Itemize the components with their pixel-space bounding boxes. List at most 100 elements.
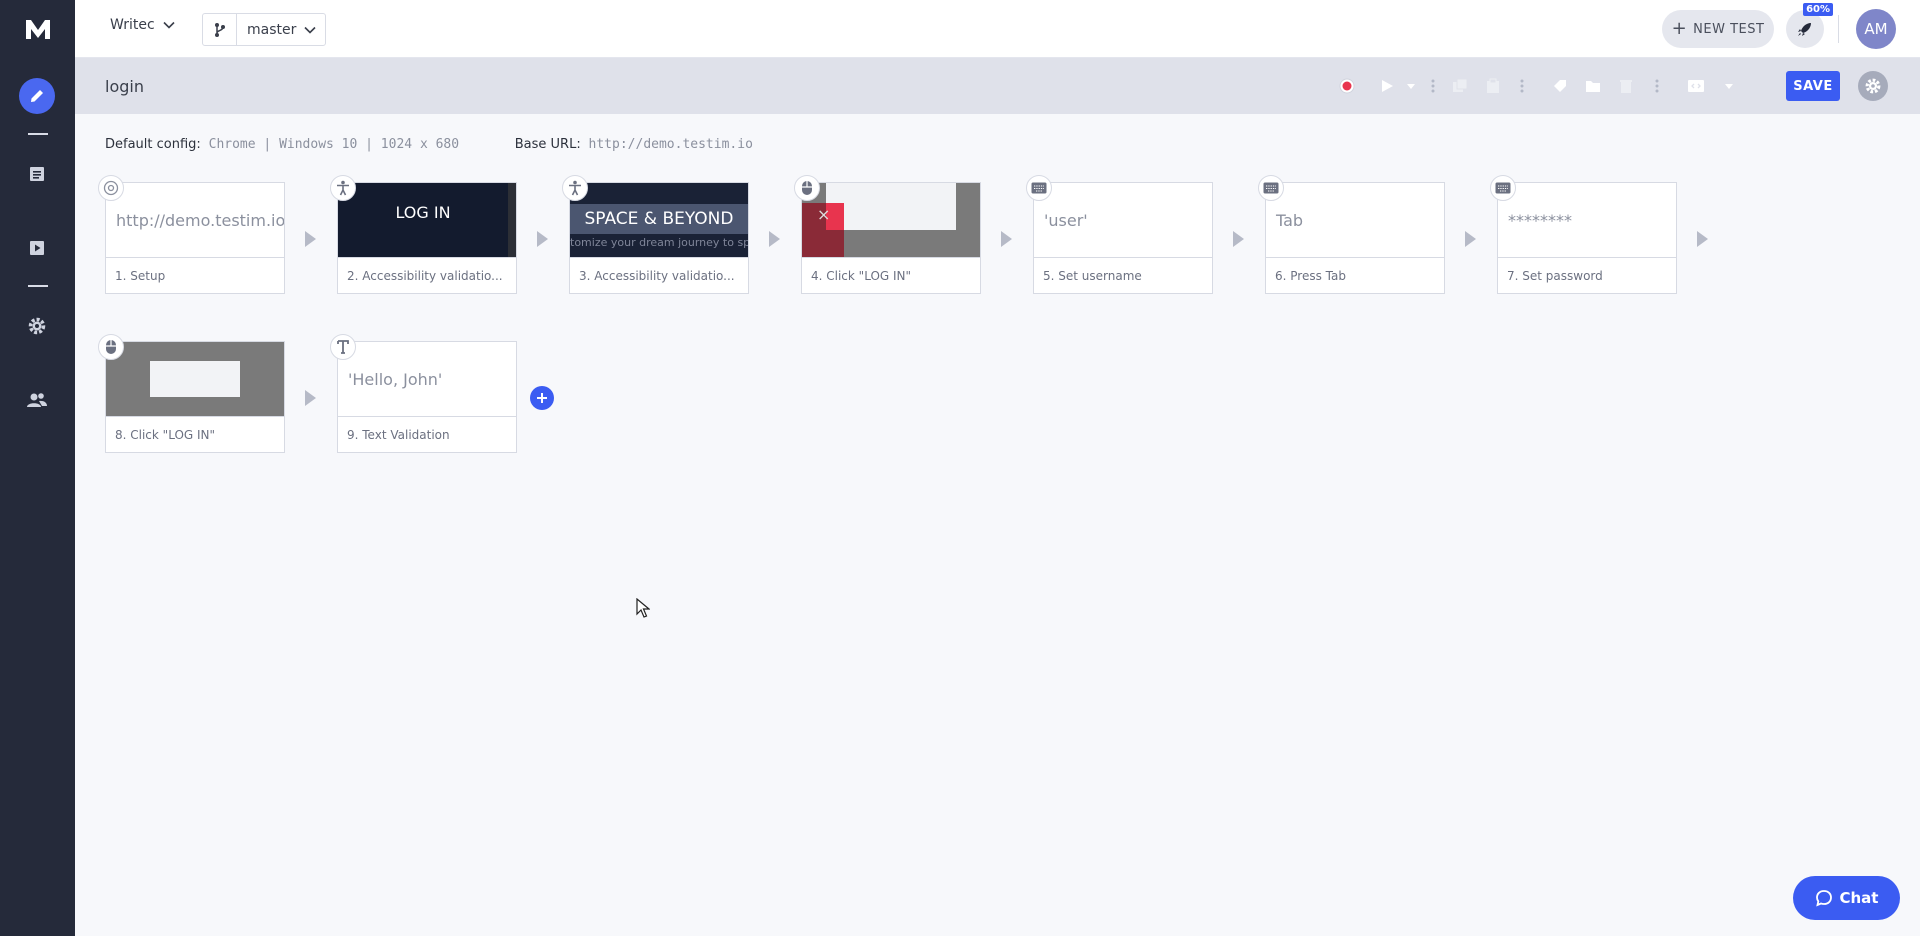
runs-nav-button[interactable]: [17, 228, 57, 268]
chrome-icon: [98, 175, 124, 201]
test-step[interactable]: 8. Click "LOG IN": [98, 334, 285, 453]
test-step[interactable]: ******** 7. Set password: [1490, 175, 1677, 294]
test-settings-button[interactable]: [1858, 71, 1888, 101]
kebab-icon: [1655, 79, 1659, 93]
project-selector[interactable]: Writec: [110, 17, 175, 33]
test-step[interactable]: 'user' 5. Set username: [1026, 175, 1213, 294]
editor-nav-button[interactable]: [19, 78, 55, 114]
group-button[interactable]: [1581, 74, 1605, 98]
step-thumbnail-text: ********: [1508, 210, 1572, 230]
test-title[interactable]: login: [105, 77, 144, 96]
branch-name: master: [247, 21, 297, 38]
test-step[interactable]: LOG IN 2. Accessibility validatio...: [330, 175, 517, 294]
settings-nav-button[interactable]: [17, 306, 57, 346]
step-screenshot: SPACE & BEYOND tomize your dream journey…: [570, 183, 748, 257]
team-nav-button[interactable]: [17, 380, 57, 420]
list-icon: [30, 167, 44, 181]
step-arrow: [305, 231, 316, 247]
thumbnail-subtext: tomize your dream journey to sp: [570, 235, 748, 249]
copy-button[interactable]: [1448, 74, 1472, 98]
base-url-value[interactable]: http://demo.testim.io: [589, 137, 753, 152]
sidebar-divider: [28, 285, 48, 287]
more-menu-button[interactable]: [1517, 74, 1527, 98]
mouse-icon: [98, 334, 124, 360]
git-branch-icon: [203, 14, 237, 45]
step-caption: 9. Text Validation: [338, 416, 516, 453]
new-test-label: NEW TEST: [1693, 21, 1765, 37]
pencil-icon: [31, 90, 43, 102]
new-test-button[interactable]: + NEW TEST: [1662, 10, 1774, 48]
paste-button[interactable]: [1481, 74, 1505, 98]
test-list-nav-button[interactable]: [17, 154, 57, 194]
user-avatar[interactable]: AM: [1856, 9, 1896, 49]
mouse-cursor-icon: [636, 597, 651, 622]
play-square-icon: [30, 241, 44, 255]
base-url-label: Base URL:: [514, 137, 581, 152]
more-menu-button[interactable]: [1428, 74, 1438, 98]
code-button[interactable]: [1684, 74, 1708, 98]
add-step-button[interactable]: [530, 386, 554, 410]
step-caption: 8. Click "LOG IN": [106, 416, 284, 453]
trash-icon: [1620, 80, 1632, 93]
chat-button[interactable]: Chat: [1793, 876, 1900, 920]
caret-down-icon: [1407, 83, 1415, 89]
step-thumbnail-text: Tab: [1276, 210, 1304, 230]
tag-icon: [1554, 80, 1566, 92]
code-options-dropdown[interactable]: [1722, 74, 1736, 98]
accessibility-icon: [330, 175, 356, 201]
step-arrow: [1233, 231, 1244, 247]
step-arrow: [1697, 231, 1708, 247]
branch-selector[interactable]: master: [202, 13, 326, 46]
step-caption: 6. Press Tab: [1266, 257, 1444, 294]
more-menu-button[interactable]: [1652, 74, 1662, 98]
test-step[interactable]: SPACE & BEYOND tomize your dream journey…: [562, 175, 749, 294]
topbar-divider: [1838, 15, 1839, 43]
step-arrow: [769, 231, 780, 247]
chevron-down-icon: [163, 21, 175, 29]
chevron-down-icon: [304, 26, 316, 34]
step-thumbnail-text: 'user': [1044, 210, 1088, 230]
play-options-dropdown[interactable]: [1405, 74, 1417, 98]
plus-icon: +: [1671, 18, 1688, 39]
gear-icon: [1865, 78, 1881, 94]
step-arrow: [1465, 231, 1476, 247]
text-icon: [330, 334, 356, 360]
thumbnail-text: SPACE & BEYOND: [570, 203, 748, 234]
step-screenshot: ×: [802, 183, 980, 257]
default-config-value[interactable]: Chrome | Windows 10 | 1024 x 680: [209, 137, 459, 152]
sidebar-divider: [28, 133, 48, 135]
test-toolbar: login SAVE: [75, 58, 1920, 114]
record-icon: [1339, 78, 1355, 94]
kebab-icon: [1520, 79, 1524, 93]
step-caption: 4. Click "LOG IN": [802, 257, 980, 294]
accessibility-icon: [562, 175, 588, 201]
step-caption: 5. Set username: [1034, 257, 1212, 294]
keyboard-icon: [1026, 175, 1052, 201]
step-arrow: [305, 390, 316, 406]
thumbnail-text: LOG IN: [395, 202, 451, 222]
play-button[interactable]: [1375, 74, 1399, 98]
save-button[interactable]: SAVE: [1786, 71, 1840, 101]
clipboard-icon: [1487, 78, 1499, 93]
test-step[interactable]: 'Hello, John' 9. Text Validation: [330, 334, 517, 453]
chat-bubble-icon: [1815, 890, 1832, 907]
test-step[interactable]: http://demo.testim.io 1. Setup: [98, 175, 285, 294]
copy-icon: [1453, 78, 1468, 92]
top-bar: Writec master + NEW TEST 60% AM: [75, 0, 1920, 58]
delete-button[interactable]: [1614, 74, 1638, 98]
project-name: Writec: [110, 17, 155, 33]
plus-icon: [537, 393, 547, 403]
rocket-icon: [1798, 23, 1811, 36]
users-icon: [27, 393, 47, 407]
test-step[interactable]: Tab 6. Press Tab: [1258, 175, 1445, 294]
folder-plus-icon: [1586, 81, 1600, 92]
record-button[interactable]: [1335, 74, 1359, 98]
label-button[interactable]: [1548, 74, 1572, 98]
app-logo[interactable]: [0, 0, 75, 57]
step-caption: 2. Accessibility validatio...: [338, 257, 516, 294]
left-sidebar: [0, 0, 75, 936]
step-arrow: [1001, 231, 1012, 247]
test-step[interactable]: × 4. Click "LOG IN": [794, 175, 981, 294]
kebab-icon: [1431, 79, 1435, 93]
step-screenshot: [106, 342, 284, 416]
